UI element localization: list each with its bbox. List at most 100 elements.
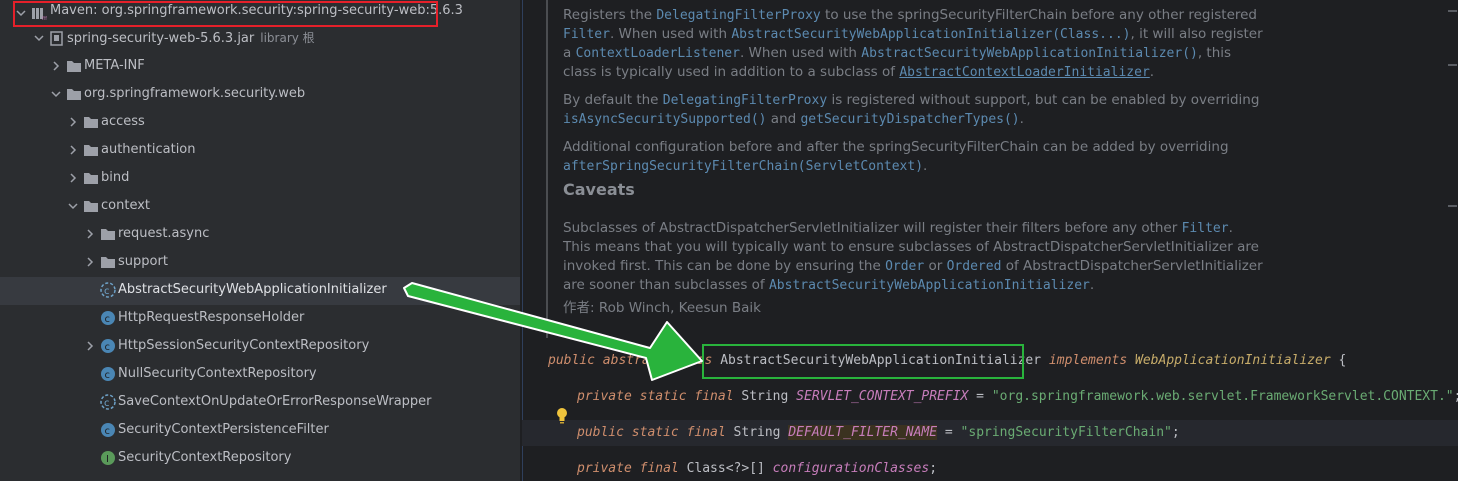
tree-item-label: access bbox=[101, 114, 145, 129]
folder-icon bbox=[66, 58, 82, 74]
code-punct: ; bbox=[929, 461, 938, 476]
code-string: "springSecurityFilterChain" bbox=[960, 425, 1172, 440]
chevron-right-icon[interactable] bbox=[83, 253, 99, 271]
chevron-right-icon[interactable] bbox=[49, 57, 65, 75]
tree-item-label: context bbox=[101, 198, 150, 213]
tree-item-label: SaveContextOnUpdateOrErrorResponseWrappe… bbox=[118, 394, 432, 409]
svg-text:c: c bbox=[104, 398, 110, 409]
chevron-right-icon[interactable] bbox=[66, 141, 82, 159]
rendered-javadoc: Registers the DelegatingFilterProxy to u… bbox=[563, 6, 1263, 318]
tree-item-support[interactable]: support bbox=[0, 249, 520, 277]
svg-text:c: c bbox=[105, 426, 111, 437]
package-icon bbox=[83, 114, 99, 130]
doc-text: . When used with bbox=[609, 26, 732, 42]
tree-item-authentication[interactable]: authentication bbox=[0, 137, 520, 165]
red-highlight-box bbox=[13, 1, 438, 27]
code-type: String bbox=[733, 425, 789, 440]
doc-link[interactable]: Filter bbox=[1182, 221, 1229, 236]
class-icon: c bbox=[100, 310, 116, 326]
code-line-default-filter-name: public static final String DEFAULT_FILTE… bbox=[577, 425, 1180, 440]
class-icon: c bbox=[100, 366, 116, 382]
tree-item-save-context-wrapper[interactable]: c SaveContextOnUpdateOrErrorResponseWrap… bbox=[0, 389, 520, 417]
doc-text: Additional configuration before and afte… bbox=[563, 139, 1229, 155]
chevron-down-icon[interactable] bbox=[66, 197, 82, 215]
tree-item-http-request-response-holder[interactable]: c HttpRequestResponseHolder bbox=[0, 305, 520, 333]
scrollbar-marker[interactable] bbox=[1448, 10, 1457, 12]
doc-link[interactable]: AbstractSecurityWebApplicationInitialize… bbox=[861, 46, 1198, 61]
tree-item-label: META-INF bbox=[84, 58, 145, 73]
tree-item-jar[interactable]: spring-security-web-5.6.3.jar library 根 bbox=[0, 25, 520, 53]
chevron-right-icon[interactable] bbox=[83, 225, 99, 243]
doc-link[interactable]: DelegatingFilterProxy bbox=[656, 8, 820, 23]
code-keyword: public static final bbox=[577, 425, 734, 440]
scrollbar-marker[interactable] bbox=[1448, 205, 1457, 207]
code-punct: ; bbox=[1454, 389, 1458, 404]
class-icon: c bbox=[100, 338, 116, 354]
chevron-right-icon[interactable] bbox=[83, 337, 99, 355]
doc-comment-bar bbox=[546, 0, 548, 338]
tree-item-http-session-security-context-repository[interactable]: c HttpSessionSecurityContextRepository bbox=[0, 333, 520, 361]
package-icon bbox=[83, 142, 99, 158]
tree-item-meta-inf[interactable]: META-INF bbox=[0, 53, 520, 81]
doc-text: . bbox=[1019, 111, 1024, 127]
chevron-right-icon[interactable] bbox=[66, 169, 82, 187]
svg-text:c: c bbox=[105, 370, 111, 381]
doc-link[interactable]: AbstractSecurityWebApplicationInitialize… bbox=[731, 27, 1130, 42]
lightbulb-icon[interactable] bbox=[555, 407, 569, 429]
tree-item-label: authentication bbox=[101, 142, 196, 157]
doc-link[interactable]: Order bbox=[885, 259, 924, 274]
doc-paragraph: Additional configuration before and afte… bbox=[563, 138, 1263, 176]
caveats-heading: Caveats bbox=[563, 180, 635, 199]
doc-text: Registers the bbox=[563, 7, 657, 23]
doc-paragraph: Subclasses of AbstractDispatcherServletI… bbox=[563, 219, 1263, 295]
tree-item-access[interactable]: access bbox=[0, 109, 520, 137]
code-editor[interactable]: Registers the DelegatingFilterProxy to u… bbox=[522, 0, 1458, 481]
tree-item-request-async[interactable]: request.async bbox=[0, 221, 520, 249]
doc-paragraph: By default the DelegatingFilterProxy is … bbox=[563, 91, 1263, 129]
chevron-down-icon[interactable] bbox=[49, 85, 65, 103]
code-interface-name[interactable]: WebApplicationInitializer bbox=[1135, 353, 1331, 368]
scrollbar-marker[interactable] bbox=[1448, 64, 1457, 66]
package-icon bbox=[100, 226, 116, 242]
code-field[interactable]: DEFAULT_FILTER_NAME bbox=[788, 425, 938, 440]
tree-item-label: HttpSessionSecurityContextRepository bbox=[118, 338, 370, 353]
tree-item-label: SecurityContextPersistenceFilter bbox=[118, 422, 329, 437]
doc-text: to use the springSecurityFilterChain bef… bbox=[820, 7, 1257, 23]
code-keyword: public abstract class bbox=[548, 353, 721, 368]
tree-item-security-context-repository[interactable]: I SecurityContextRepository bbox=[0, 445, 520, 473]
doc-link[interactable]: Ordered bbox=[947, 259, 1002, 274]
doc-link[interactable]: AbstractSecurityWebApplicationInitialize… bbox=[769, 278, 1090, 293]
tree-item-bind[interactable]: bind bbox=[0, 165, 520, 193]
doc-link[interactable]: Filter bbox=[563, 27, 610, 42]
tree-item-context[interactable]: context bbox=[0, 193, 520, 221]
tree-item-null-security-context-repository[interactable]: c NullSecurityContextRepository bbox=[0, 361, 520, 389]
tree-item-abstract-security-web-app-initializer[interactable]: c AbstractSecurityWebApplicationInitiali… bbox=[0, 277, 520, 305]
doc-link[interactable]: isAsyncSecuritySupported() bbox=[563, 112, 767, 127]
chevron-right-icon[interactable] bbox=[66, 113, 82, 131]
class-icon: c bbox=[100, 422, 116, 438]
tree-item-label: spring-security-web-5.6.3.jar bbox=[67, 31, 255, 46]
tree-item-package-web[interactable]: org.springframework.security.web bbox=[0, 81, 520, 109]
code-field[interactable]: SERVLET_CONTEXT_PREFIX bbox=[796, 389, 968, 404]
tree-item-label: org.springframework.security.web bbox=[84, 86, 306, 101]
tree-item-label: support bbox=[118, 254, 168, 269]
package-icon bbox=[83, 198, 99, 214]
doc-link[interactable]: ContextLoaderListener bbox=[576, 46, 740, 61]
code-punct: = bbox=[968, 389, 992, 404]
doc-link[interactable]: AbstractContextLoaderInitializer bbox=[899, 65, 1149, 80]
doc-link[interactable]: afterSpringSecurityFilterChain(ServletCo… bbox=[563, 159, 923, 174]
package-icon bbox=[100, 254, 116, 270]
doc-text: . bbox=[923, 158, 928, 174]
doc-author: 作者: Rob Winch, Keesun Baik bbox=[563, 300, 761, 316]
doc-text: is registered without support, but can b… bbox=[827, 92, 1260, 108]
tree-item-security-context-persistence-filter[interactable]: c SecurityContextPersistenceFilter bbox=[0, 417, 520, 445]
doc-text: . When used with bbox=[739, 45, 862, 61]
doc-link[interactable]: getSecurityDispatcherTypes() bbox=[800, 112, 1019, 127]
project-tree: m Maven: org.springframework.security:sp… bbox=[0, 0, 520, 481]
chevron-down-icon[interactable] bbox=[32, 29, 48, 47]
package-icon bbox=[83, 170, 99, 186]
abstract-class-icon: c bbox=[100, 394, 116, 410]
doc-link[interactable]: DelegatingFilterProxy bbox=[663, 93, 827, 108]
code-field[interactable]: configurationClasses bbox=[773, 461, 930, 476]
library-suffix: library 根 bbox=[260, 31, 315, 45]
